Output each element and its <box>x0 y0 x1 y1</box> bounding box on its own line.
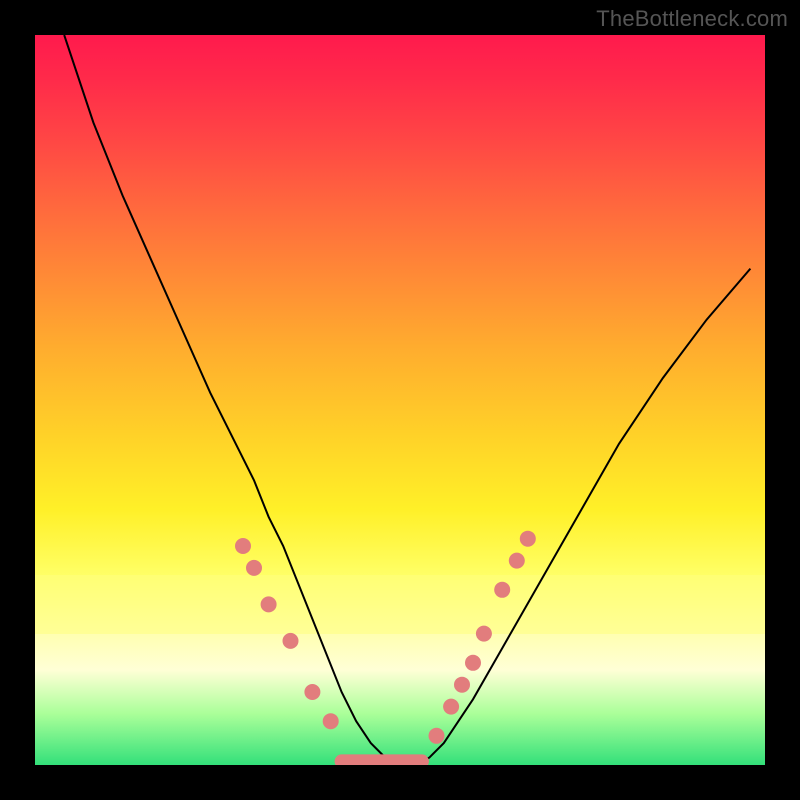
right-dot-5 <box>476 626 492 642</box>
left-dot-2 <box>246 560 262 576</box>
marker-dots <box>235 531 536 744</box>
right-dot-6 <box>494 582 510 598</box>
chart-svg <box>35 35 765 765</box>
right-dot-3 <box>454 677 470 693</box>
right-dot-4 <box>465 655 481 671</box>
left-dot-3 <box>261 596 277 612</box>
watermark-text: TheBottleneck.com <box>596 6 788 32</box>
plot-area <box>35 35 765 765</box>
right-dot-1 <box>429 728 445 744</box>
right-dot-8 <box>520 531 536 547</box>
left-dot-4 <box>283 633 299 649</box>
left-dot-1 <box>235 538 251 554</box>
chart-frame: TheBottleneck.com <box>0 0 800 800</box>
right-dot-7 <box>509 553 525 569</box>
left-dot-6 <box>323 713 339 729</box>
left-dot-5 <box>304 684 320 700</box>
right-dot-2 <box>443 699 459 715</box>
bottleneck-curve <box>64 35 750 765</box>
